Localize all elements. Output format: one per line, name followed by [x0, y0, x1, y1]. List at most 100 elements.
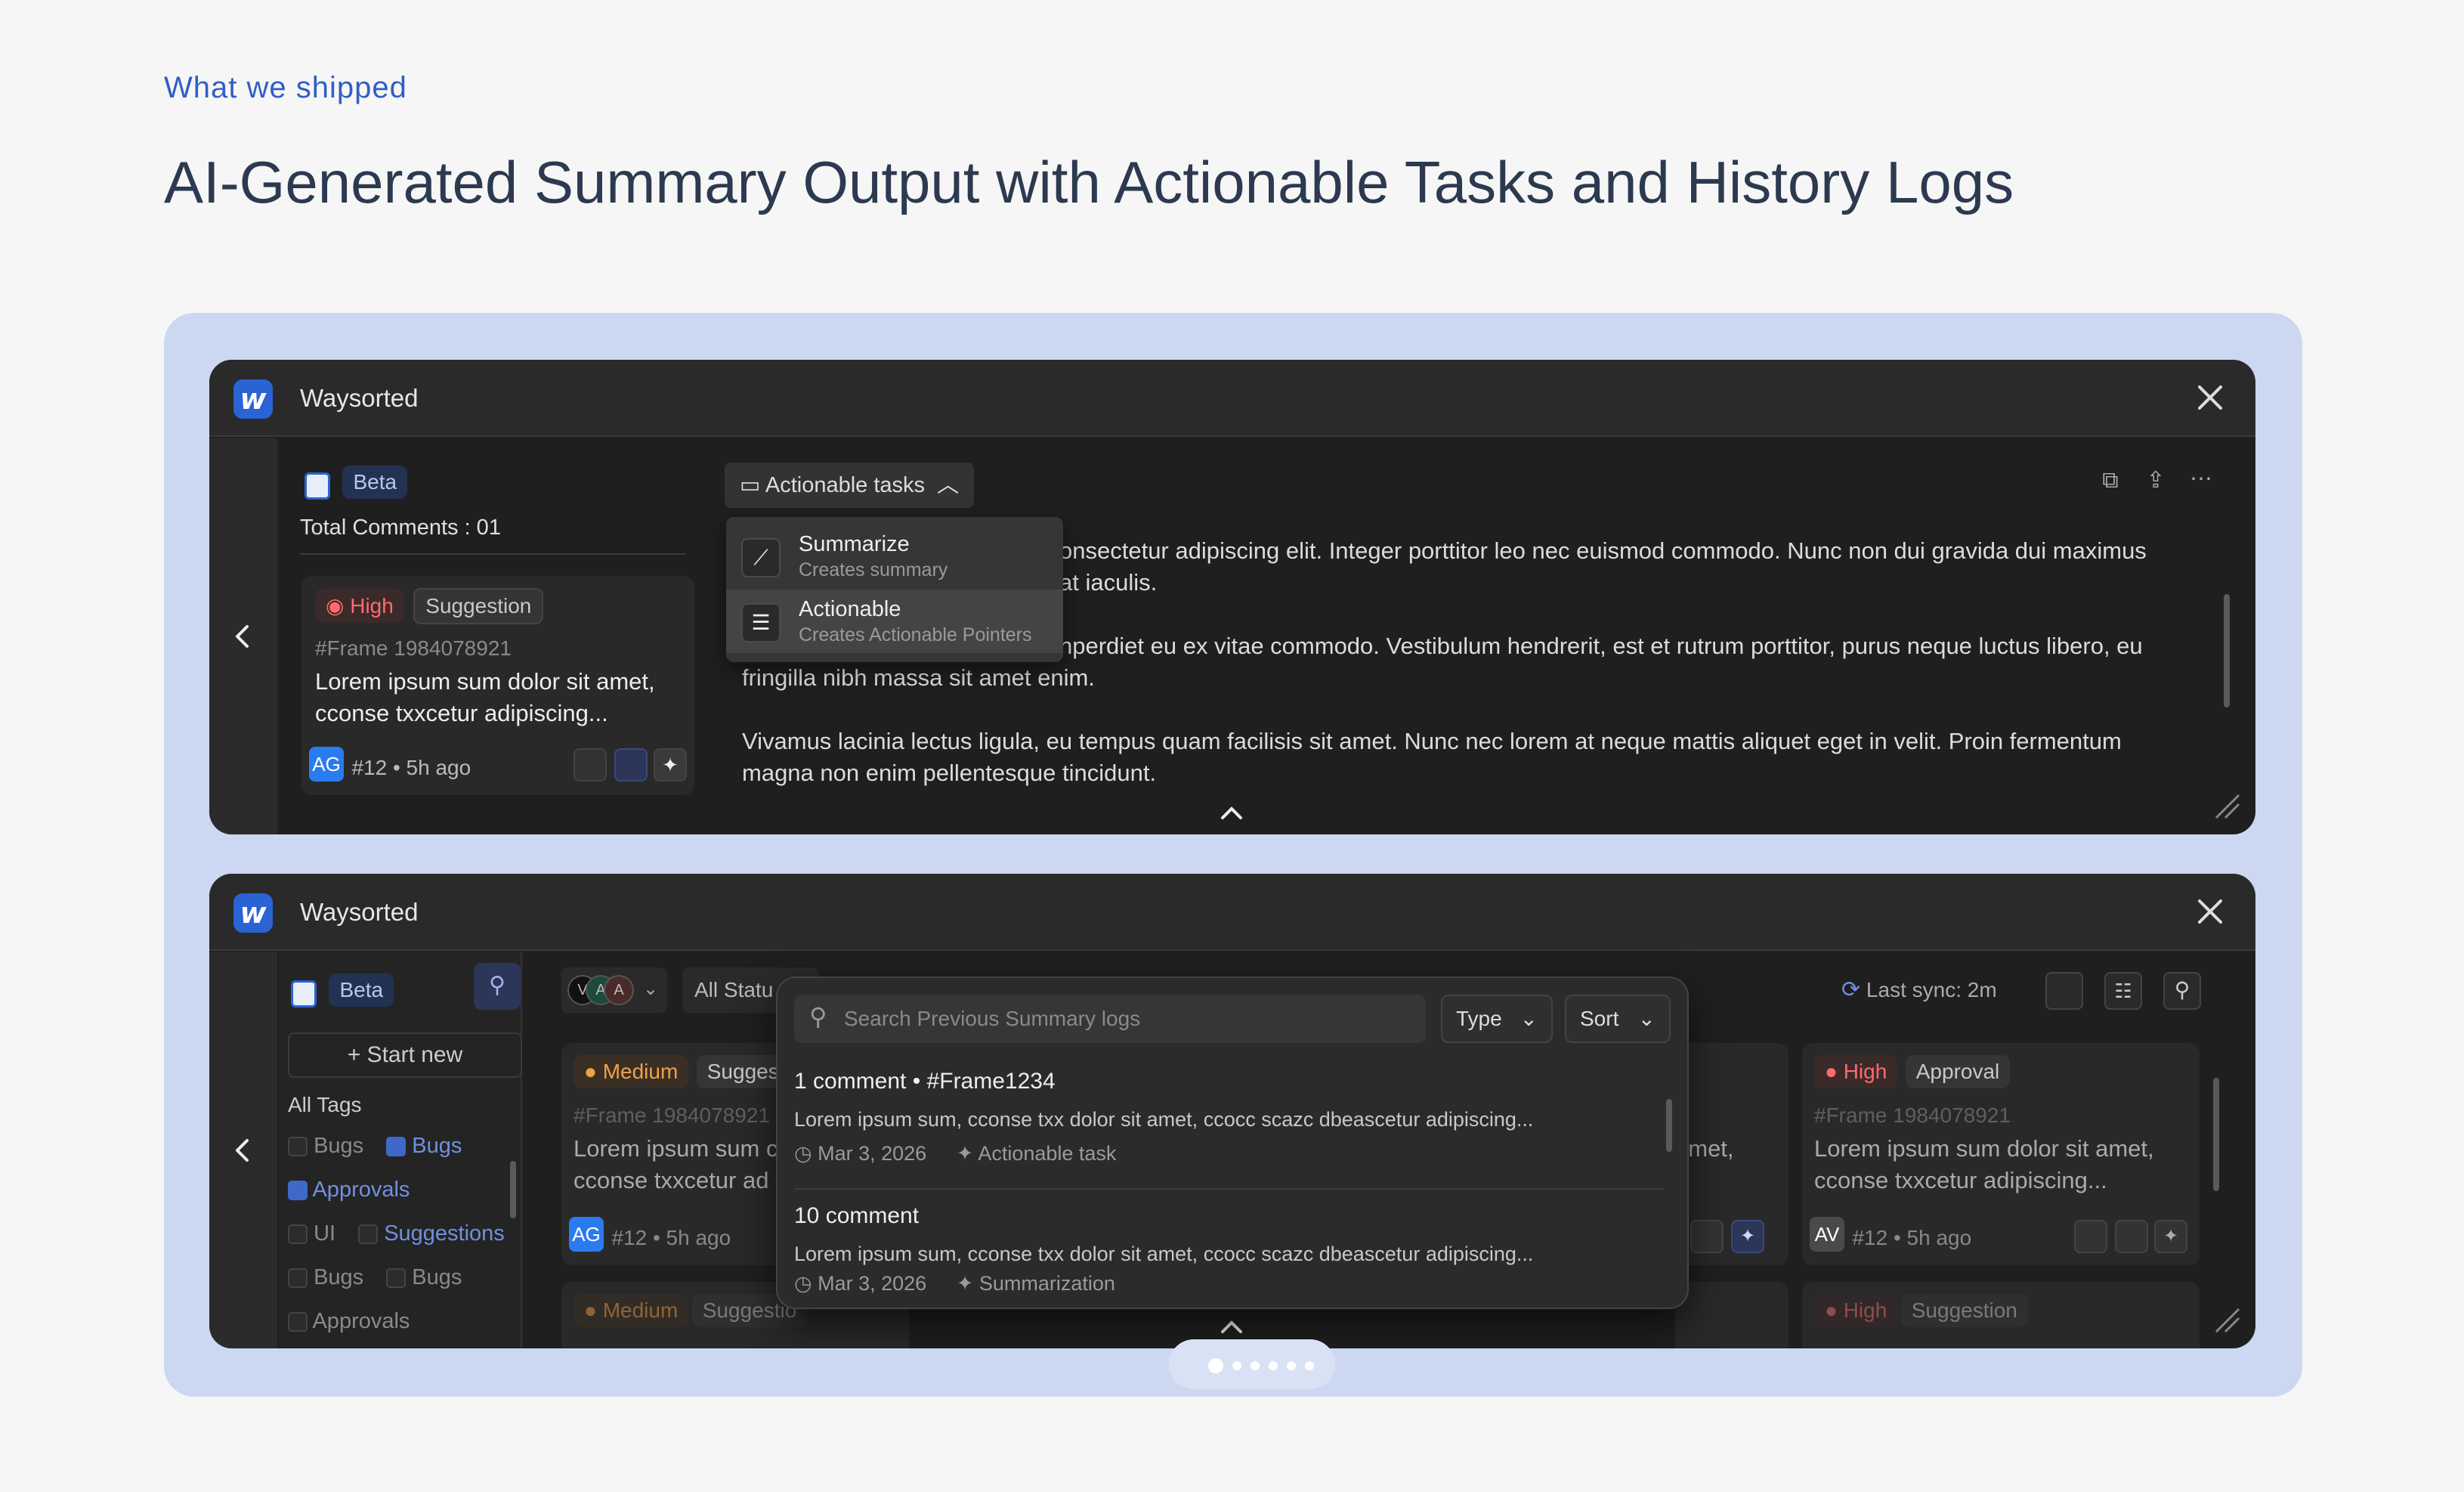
sparkle-icon[interactable]: ✦	[1731, 1220, 1764, 1253]
priority-badge: ● Medium	[573, 1294, 689, 1327]
card-text-line2: cconse txxcetur ad	[573, 1167, 769, 1193]
mode-select-button[interactable]: ▭ Actionable tasks ︿	[725, 463, 975, 508]
divider	[300, 553, 685, 555]
menu-item-actionable[interactable]: ☰ Actionable Creates Actionable Pointers	[726, 590, 1063, 653]
showcase-panel: w Waysorted Beta Total Comments : 01 ◉ H…	[164, 313, 2302, 1397]
nav-rail	[209, 952, 277, 1348]
avatar: AG	[309, 747, 344, 782]
frame-id: #Frame 1984078921	[573, 1104, 770, 1127]
frame-id: #Frame 1984078921	[315, 636, 512, 660]
assignee-filter[interactable]: V A A ⌄	[561, 967, 667, 1013]
chevron-left-icon[interactable]	[227, 1134, 259, 1166]
search-input[interactable]: ⚲ Search Previous Summary logs	[794, 995, 1426, 1043]
paragraph-3: Vivamus lacinia lectus ligula, eu tempus…	[742, 728, 2122, 786]
menu-item-summarize[interactable]: ⟋ Summarize Creates summary	[726, 525, 1063, 588]
tag-row: UI Suggestions	[288, 1221, 505, 1246]
tag-checkbox[interactable]	[386, 1137, 407, 1157]
comment-card[interactable]: ◉ High Suggestion #Frame 1984078921 Lore…	[301, 576, 694, 795]
comment-card[interactable]: amet, ✦	[1675, 1043, 1788, 1265]
tag-checkbox[interactable]	[358, 1224, 379, 1245]
carousel-dot[interactable]	[1232, 1361, 1241, 1370]
search-icon[interactable]: ⚲	[2163, 972, 2201, 1010]
frame-id: #Frame 1984078921	[1814, 1104, 2011, 1127]
folder-icon: ▭	[740, 473, 761, 497]
type-dropdown[interactable]: Type ⌄	[1441, 995, 1553, 1043]
chevron-left-icon[interactable]	[227, 621, 259, 652]
title-bar: w Waysorted	[209, 874, 2255, 951]
copy-icon[interactable]: ⧉	[2094, 464, 2127, 497]
log-item[interactable]: 1 comment • #Frame1234 Lorem ipsum sum, …	[794, 1069, 1663, 1190]
eyebrow-label: What we shipped	[164, 71, 407, 104]
log-item[interactable]: 10 comment Lorem ipsum sum, cconse txx d…	[794, 1203, 1663, 1309]
share-icon[interactable]: ⇪	[2139, 464, 2172, 497]
priority-badge: ● High	[1814, 1294, 1898, 1327]
tag-row: Bugs Bugs	[288, 1134, 462, 1159]
carousel-dot[interactable]	[1269, 1361, 1278, 1370]
summary-history-popup: ⚲ Search Previous Summary logs Type ⌄ Sor…	[776, 977, 1689, 1309]
all-tags-label: All Tags	[288, 1093, 362, 1116]
bookmark-icon[interactable]	[2045, 972, 2083, 1010]
tag-checkbox[interactable]	[288, 1181, 308, 1201]
priority-badge: ◉ High	[315, 589, 404, 623]
carousel-dot-active[interactable]	[1208, 1358, 1223, 1373]
document-icon	[291, 980, 317, 1008]
scrollbar[interactable]	[2224, 594, 2230, 707]
total-comments: Total Comments : 01	[300, 515, 501, 540]
carousel-dot[interactable]	[1251, 1361, 1260, 1370]
carousel-dot[interactable]	[1287, 1361, 1296, 1370]
avatar: AG	[569, 1217, 604, 1252]
tag-checkbox[interactable]	[288, 1268, 308, 1289]
carousel-pagination	[1169, 1339, 1335, 1389]
carousel-dot[interactable]	[1305, 1361, 1314, 1370]
tag-checkbox[interactable]	[288, 1312, 308, 1333]
comment-card[interactable]: ● High Approval #Frame 1984078921 Lorem …	[1802, 1043, 2200, 1265]
calendar-icon[interactable]	[573, 748, 607, 782]
type-badge: Suggestion	[413, 588, 544, 624]
chevron-up-icon[interactable]	[1219, 804, 1244, 822]
sidebar-scrollbar[interactable]	[510, 1161, 516, 1218]
filter-settings-icon[interactable]: ☷	[2104, 972, 2142, 1010]
sparkle-icon[interactable]: ✦	[654, 748, 687, 782]
sparkle-icon: ✦	[956, 1272, 974, 1295]
resize-handle-icon[interactable]	[2212, 1305, 2242, 1335]
sparkle-icon[interactable]: ✦	[2154, 1220, 2187, 1253]
bookmark-icon[interactable]	[614, 748, 648, 782]
card-meta: #12 • 5h ago	[1852, 1225, 1972, 1249]
close-icon[interactable]	[2193, 895, 2227, 928]
page-title: AI-Generated Summary Output with Actiona…	[164, 149, 2014, 215]
start-new-button[interactable]: + Start new	[288, 1032, 522, 1078]
comment-card[interactable]	[1675, 1282, 1788, 1348]
bookmark-icon[interactable]	[2115, 1220, 2148, 1253]
resize-handle-icon[interactable]	[2212, 791, 2242, 821]
calendar-icon[interactable]	[2074, 1220, 2107, 1253]
close-icon[interactable]	[2193, 381, 2227, 414]
priority-badge: ● Medium	[573, 1055, 689, 1088]
waysorted-logo: w	[233, 893, 273, 933]
sync-icon: ⟳	[1841, 977, 1861, 1002]
tag-checkbox[interactable]	[288, 1224, 308, 1245]
sort-dropdown[interactable]: Sort ⌄	[1565, 995, 1671, 1043]
history-window: w Waysorted Beta ⚲ + Start new All Tags …	[209, 874, 2255, 1348]
scrollbar[interactable]	[2213, 1078, 2219, 1191]
type-badge: Approval	[1905, 1055, 2011, 1088]
popup-scrollbar[interactable]	[1666, 1099, 1672, 1152]
bookmark-icon[interactable]	[1690, 1220, 1724, 1253]
tag-checkbox[interactable]	[288, 1137, 308, 1157]
tag-checkbox[interactable]	[386, 1268, 407, 1289]
chevron-down-icon: ⌄	[1637, 1007, 1656, 1030]
app-title: Waysorted	[300, 384, 419, 412]
card-text-line1: Lorem ipsum sum dolor sit amet,	[315, 668, 655, 695]
chevron-up-icon[interactable]	[1219, 1318, 1244, 1336]
comment-card[interactable]: ● High Suggestion	[1802, 1282, 2200, 1348]
card-text-line1: Lorem ipsum sum dolor sit amet,	[1814, 1135, 2154, 1162]
more-options-icon[interactable]: ⋯	[2184, 464, 2218, 497]
card-text-line1: Lorem ipsum sum c	[573, 1135, 778, 1162]
beta-badge: Beta	[342, 466, 408, 499]
beta-badge-row: Beta	[305, 466, 408, 500]
tag-row: Bugs Bugs	[288, 1265, 462, 1290]
document-icon	[305, 472, 330, 500]
pin-icon[interactable]: ⚲	[474, 963, 521, 1010]
mode-dropdown: ⟋ Summarize Creates summary ☰ Actionable…	[726, 517, 1063, 662]
beta-badge: Beta	[329, 974, 394, 1007]
tag-row: Approvals	[288, 1178, 410, 1203]
